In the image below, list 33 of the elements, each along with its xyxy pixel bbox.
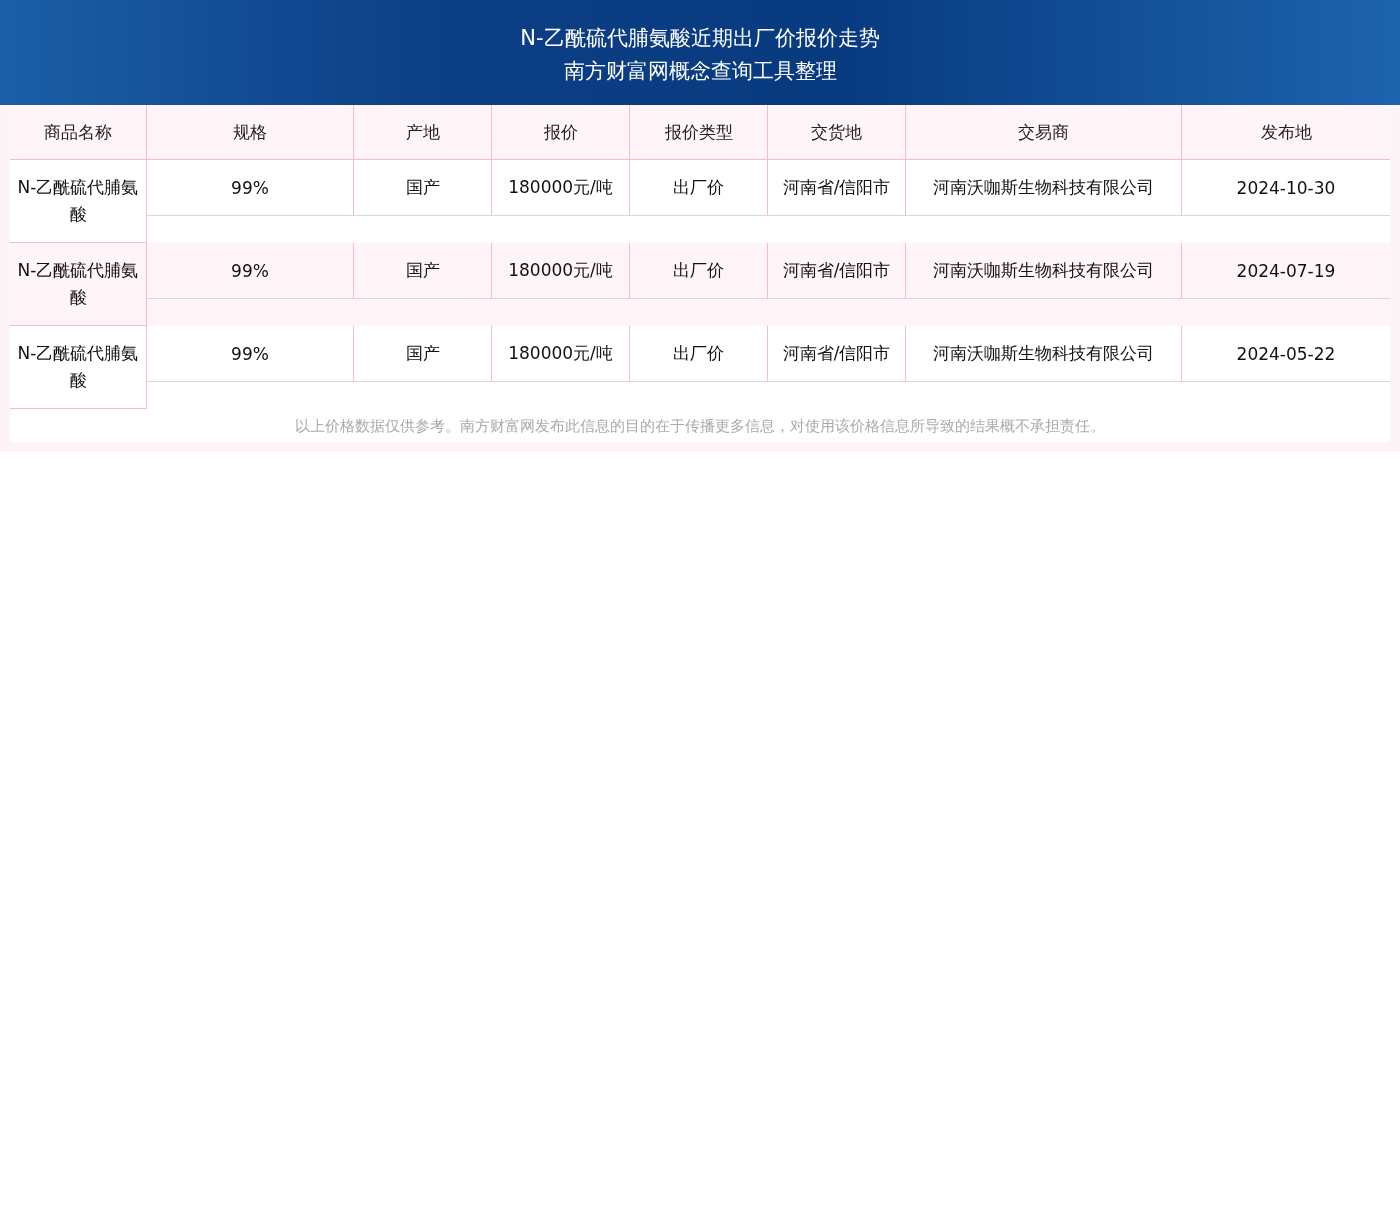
table-cell: N-乙酰硫代脯氨酸: [10, 243, 147, 326]
column-header: 产地: [354, 105, 492, 160]
table-cell: 99%: [147, 326, 354, 382]
column-header: 报价: [492, 105, 630, 160]
column-header: 交易商: [906, 105, 1182, 160]
table-cell: 出厂价: [630, 243, 768, 299]
column-header: 报价类型: [630, 105, 768, 160]
column-header: 交货地: [768, 105, 906, 160]
table-cell: 出厂价: [630, 160, 768, 216]
table-cell: 出厂价: [630, 326, 768, 382]
page-title: N-乙酰硫代脯氨酸近期出厂价报价走势: [519, 25, 881, 52]
table-cell: 180000元/吨: [492, 243, 630, 299]
page-title: 南方财富网概念查询工具整理: [562, 58, 838, 85]
column-header: 规格: [147, 105, 354, 160]
disclaimer-text: 以上价格数据仅供参考。南方财富网发布此信息的目的在于传播更多信息，对使用该价格信息所导致的结果概不承担责任。: [10, 409, 1390, 442]
column-header: 发布地: [1182, 105, 1390, 160]
table-cell: 河南省/信阳市: [768, 243, 906, 299]
table-cell: 2024-05-22: [1182, 326, 1390, 382]
table-cell: 国产: [354, 243, 492, 299]
table-cell: 河南省/信阳市: [768, 160, 906, 216]
table-cell: 2024-10-30: [1182, 160, 1390, 216]
table-cell: 河南沃咖斯生物科技有限公司: [906, 160, 1182, 216]
table-cell: 99%: [147, 243, 354, 299]
column-header: 商品名称: [10, 105, 147, 160]
table-cell: 180000元/吨: [492, 326, 630, 382]
table-cell: 国产: [354, 160, 492, 216]
table-cell: 180000元/吨: [492, 160, 630, 216]
table-cell: 河南沃咖斯生物科技有限公司: [906, 243, 1182, 299]
table-cell: 99%: [147, 160, 354, 216]
table-cell: 河南省/信阳市: [768, 326, 906, 382]
table-cell: 河南沃咖斯生物科技有限公司: [906, 326, 1182, 382]
table-cell: 国产: [354, 326, 492, 382]
table-cell: 2024-07-19: [1182, 243, 1390, 299]
